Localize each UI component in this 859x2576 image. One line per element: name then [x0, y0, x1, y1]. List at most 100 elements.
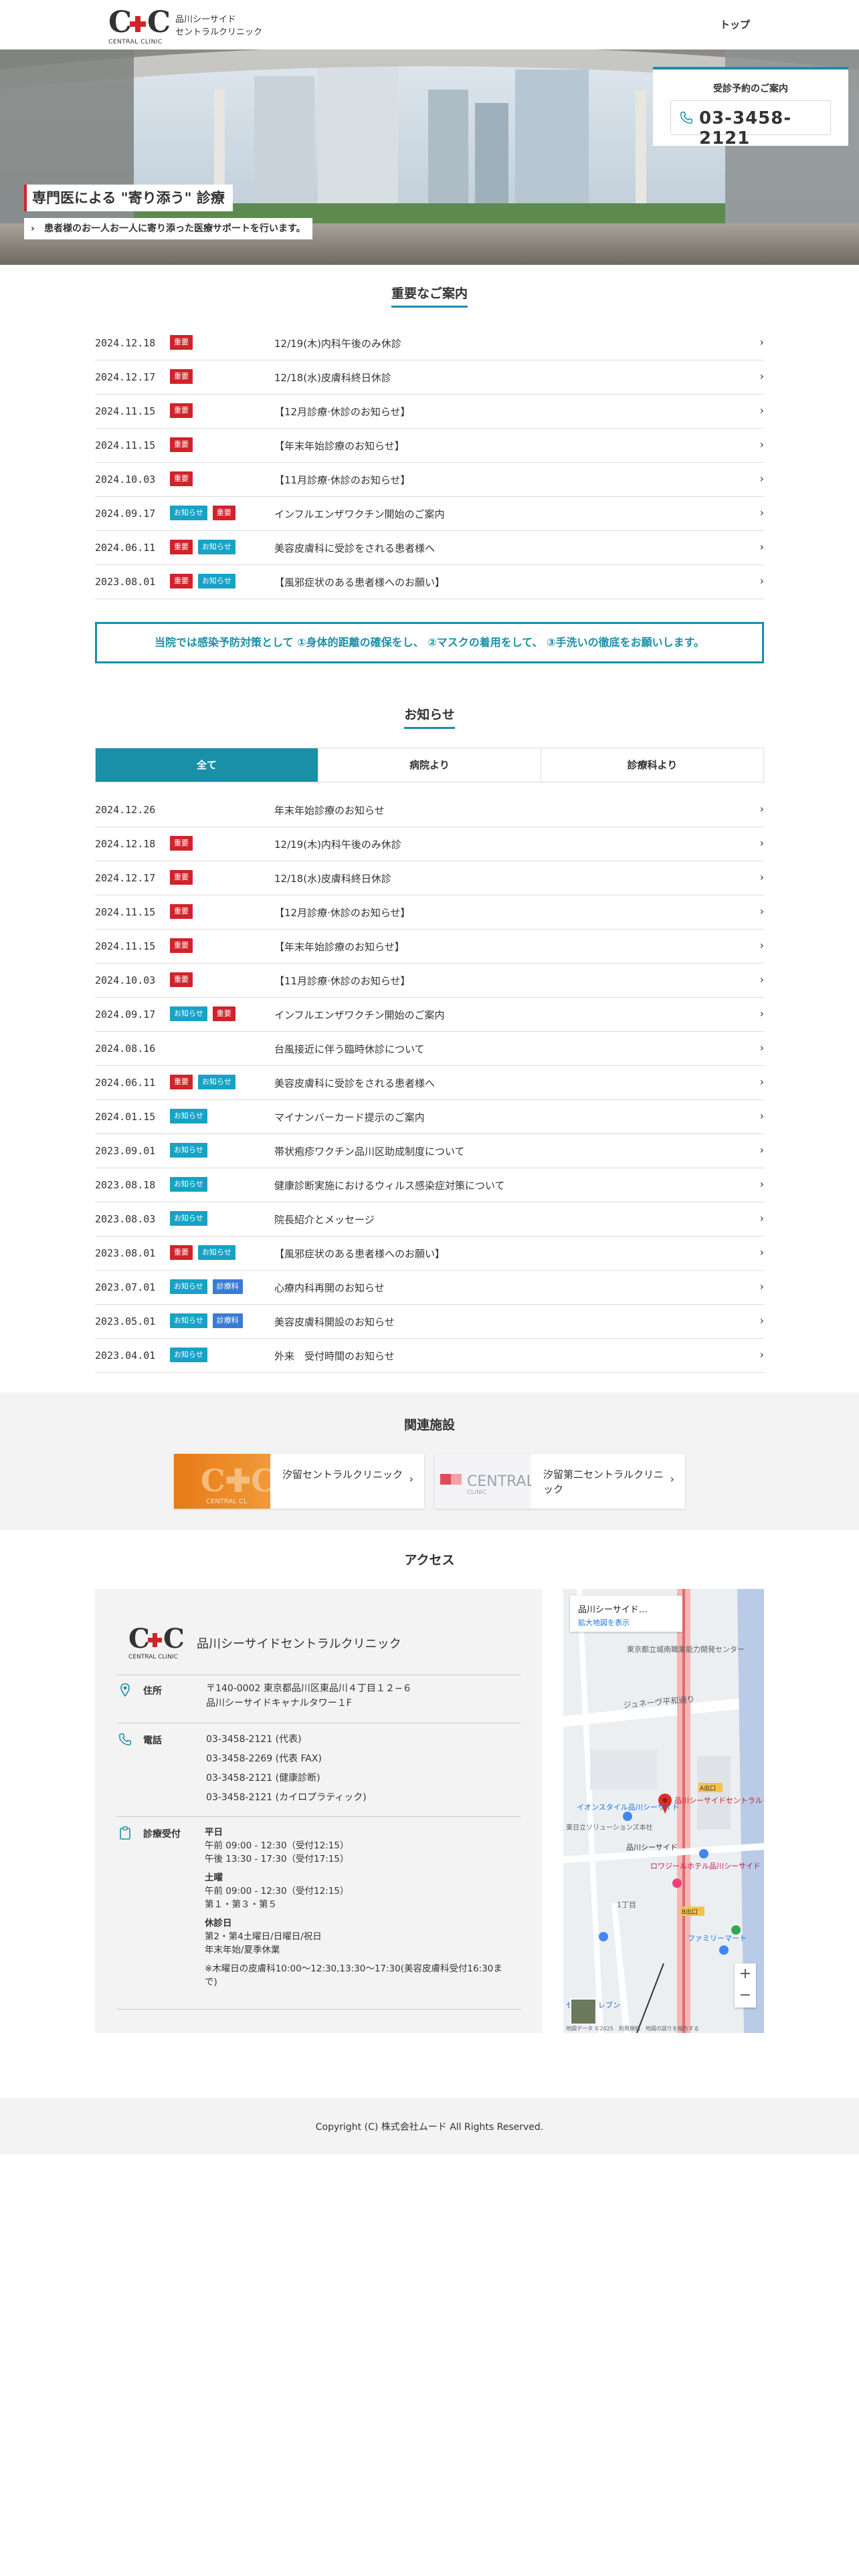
svg-text:C✚C: C✚C [201, 1463, 270, 1499]
phone-line[interactable]: 03-3458-2121 (カイロプラティック) [206, 1790, 367, 1810]
news-row[interactable]: 2024.12.18 重要 12/19(木)内科午後のみ休診 › [95, 326, 764, 360]
news-row[interactable]: 2023.08.03 お知らせ 院長紹介とメッセージ › [95, 1202, 764, 1237]
news-title[interactable]: 健康診断実施におけるウィルス感染症対策について [274, 1178, 505, 1192]
hours-block: 平日 午前 09:00 - 12:30（受付12:15） 午後 13:30 - 17… [205, 1826, 512, 1989]
news-row[interactable]: 2024.12.17 重要 12/18(水)皮膚科終日休診 › [95, 861, 764, 895]
map-canvas[interactable]: 東京都立城南職業能力開発センター ジュネーヴ平和通り イオンスタイル品川シーサイ… [563, 1589, 764, 2033]
news-badges: 重要 [170, 471, 198, 486]
news-title[interactable]: 帯状疱疹ワクチン品川区助成制度について [274, 1144, 465, 1158]
news-row[interactable]: 2024.12.17 重要 12/18(水)皮膚科終日休診 › [95, 360, 764, 395]
map-place-card: 品川シーサイド… 拡大地図を表示 [570, 1596, 682, 1632]
related-facilities: 関連施設 C✚C CENTRAL CL 汐留セントラルクリニック › CENTRA… [0, 1392, 859, 1530]
news-row[interactable]: 2024.12.26 年末年始診療のお知らせ › [95, 793, 764, 827]
reservation-phone-number: 03-3458-2121 [699, 108, 792, 148]
news-title[interactable]: 台風接近に伴う臨時休診について [274, 1042, 425, 1056]
news-title[interactable]: 【12月診療·休診のお知らせ】 [274, 405, 411, 419]
chevron-right-icon: › [759, 905, 764, 918]
zoom-out-button[interactable]: − [735, 1985, 756, 2008]
news-row[interactable]: 2024.12.18 重要 12/19(木)内科午後のみ休診 › [95, 827, 764, 861]
news-title[interactable]: 【12月診療·休診のお知らせ】 [274, 905, 411, 920]
phone-line[interactable]: 03-3458-2121 (健康診断) [206, 1771, 367, 1790]
news-title[interactable]: 美容皮膚科開設のお知らせ [274, 1315, 395, 1329]
news-row[interactable]: 2024.08.16 台風接近に伴う臨時休診について › [95, 1032, 764, 1066]
news-date: 2024.12.17 [95, 371, 156, 383]
tab-all[interactable]: 全て [96, 748, 318, 782]
news-row[interactable]: 2024.10.03 重要 【11月診療·休診のお知らせ】 › [95, 964, 764, 998]
news-title[interactable]: 12/18(水)皮膚科終日休診 [274, 370, 391, 385]
news-badges: 重要 お知らせ [170, 1245, 241, 1260]
map-satellite-toggle[interactable] [570, 1998, 597, 2025]
news-row[interactable]: 2024.09.17 お知らせ 重要 インフルエンザワクチン開始のご案内 › [95, 497, 764, 531]
news-row[interactable]: 2024.11.15 重要 【12月診療·休診のお知らせ】 › [95, 395, 764, 429]
news-row[interactable]: 2024.11.15 重要 【年末年始診療のお知らせ】 › [95, 930, 764, 964]
news-row[interactable]: 2023.07.01 お知らせ 診療科 心療内科再開のお知らせ › [95, 1271, 764, 1305]
news-row[interactable]: 2024.06.11 重要 お知らせ 美容皮膚科に受診をされる患者様へ › [95, 531, 764, 565]
news-row[interactable]: 2024.10.03 重要 【11月診療·休診のお知らせ】 › [95, 463, 764, 497]
news-row[interactable]: 2024.09.17 お知らせ 重要 インフルエンザワクチン開始のご案内 › [95, 998, 764, 1032]
category-badge: 重要 [170, 904, 193, 919]
chevron-right-icon: › [759, 540, 764, 553]
news-title[interactable]: インフルエンザワクチン開始のご案内 [274, 507, 445, 521]
nav-top-link[interactable]: トップ [720, 17, 750, 31]
map-footer: 地図データ ©2025 利用規約 地図の誤りを報告する [566, 2025, 699, 2032]
news-title[interactable]: 【年末年始診療のお知らせ】 [274, 940, 405, 954]
map-enlarge-link[interactable]: 拡大地図を表示 [578, 1617, 630, 1628]
related-card-shiodome-2[interactable]: CENTRAL CLINIC 汐留第二セントラルクリニック › [435, 1454, 685, 1509]
news-title[interactable]: 12/19(木)内科午後のみ休診 [274, 837, 401, 851]
reservation-phone-button[interactable]: 03-3458-2121 [670, 100, 831, 148]
news-row[interactable]: 2023.08.18 お知らせ 健康診断実施におけるウィルス感染症対策について › [95, 1168, 764, 1202]
news-row[interactable]: 2024.06.11 重要 お知らせ 美容皮膚科に受診をされる患者様へ › [95, 1066, 764, 1100]
category-badge: お知らせ [198, 1075, 235, 1089]
news-row[interactable]: 2023.09.01 お知らせ 帯状疱疹ワクチン品川区助成制度について › [95, 1134, 764, 1168]
news-date: 2024.12.18 [95, 337, 156, 349]
news-title[interactable]: 美容皮膚科に受診をされる患者様へ [274, 1076, 435, 1090]
news-title[interactable]: 【風邪症状のある患者様へのお願い】 [274, 575, 445, 589]
news-title[interactable]: 外来 受付時間のお知らせ [274, 1349, 395, 1363]
google-map[interactable]: 東京都立城南職業能力開発センター ジュネーヴ平和通り イオンスタイル品川シーサイ… [563, 1589, 764, 2033]
news-row[interactable]: 2024.01.15 お知らせ マイナンバーカード提示のご案内 › [95, 1100, 764, 1134]
news-title[interactable]: 12/19(木)内科午後のみ休診 [274, 336, 401, 350]
tab-department[interactable]: 診療科より [541, 748, 763, 782]
access-heading: アクセス [404, 1553, 455, 1568]
news-badges: 重要 [170, 403, 198, 418]
news-row[interactable]: 2023.08.01 重要 お知らせ 【風邪症状のある患者様へのお願い】 › [95, 1237, 764, 1271]
tab-hospital[interactable]: 病院より [318, 748, 541, 782]
news-title[interactable]: マイナンバーカード提示のご案内 [274, 1110, 425, 1124]
news-list: 2024.12.26 年末年始診療のお知らせ › 2024.12.18 重要 12/19(… [95, 793, 764, 1373]
shiodome2-logo-image: CENTRALCLINIC [440, 1473, 531, 1496]
chevron-right-icon: › [759, 1178, 764, 1190]
news-row[interactable]: 2024.11.15 重要 【年末年始診療のお知らせ】 › [95, 429, 764, 463]
news-title[interactable]: 心療内科再開のお知らせ [274, 1281, 385, 1295]
reservation-box: 受診予約のご案内 03-3458-2121 [653, 67, 848, 148]
clinic-name: 品川シーサイド セントラルクリニック [175, 15, 263, 37]
news-row[interactable]: 2024.11.15 重要 【12月診療·休診のお知らせ】 › [95, 895, 764, 930]
hours-line: 年末年始/夏季休業 [205, 1945, 280, 1955]
news-title[interactable]: 【11月診療·休診のお知らせ】 [274, 473, 411, 487]
shiodome-thumbnail: C✚C CENTRAL CL [174, 1454, 270, 1509]
news-title[interactable]: 12/18(水)皮膚科終日休診 [274, 871, 391, 885]
news-date: 2024.10.03 [95, 473, 156, 486]
phone-line[interactable]: 03-3458-2121 (代表) [206, 1732, 367, 1751]
chevron-right-icon: › [759, 1075, 764, 1088]
news-date: 2023.08.01 [95, 1247, 156, 1259]
news-title[interactable]: 【年末年始診療のお知らせ】 [274, 439, 405, 453]
zoom-in-button[interactable]: + [735, 1963, 756, 1985]
category-badge: 重要 [170, 938, 193, 953]
related-card-shiodome[interactable]: C✚C CENTRAL CL 汐留セントラルクリニック › [174, 1454, 424, 1509]
news-row[interactable]: 2023.05.01 お知らせ 診療科 美容皮膚科開設のお知らせ › [95, 1305, 764, 1339]
news-title[interactable]: 院長紹介とメッセージ [274, 1212, 375, 1226]
clinic-logo[interactable]: CC CENTRAL CLINIC [108, 8, 171, 46]
news-title[interactable]: 【11月診療·休診のお知らせ】 [274, 974, 411, 988]
news-title[interactable]: 美容皮膚科に受診をされる患者様へ [274, 541, 435, 555]
news-title[interactable]: 年末年始診療のお知らせ [274, 803, 385, 817]
news-title[interactable]: 【風邪症状のある患者様へのお願い】 [274, 1247, 445, 1261]
news-row[interactable]: 2023.08.01 重要 お知らせ 【風邪症状のある患者様へのお願い】 › [95, 565, 764, 599]
news-badges: お知らせ 重要 [170, 1006, 241, 1021]
category-badge: お知らせ [198, 540, 235, 554]
chevron-right-icon: › [759, 472, 764, 485]
news-title[interactable]: インフルエンザワクチン開始のご案内 [274, 1008, 445, 1022]
category-badge: お知らせ [170, 1006, 207, 1021]
news-row[interactable]: 2023.04.01 お知らせ 外来 受付時間のお知らせ › [95, 1339, 764, 1373]
reservation-title: 受診予約のご案内 [713, 84, 788, 94]
hours-line: 第2・第4土曜日/日曜日/祝日 [205, 1931, 322, 1942]
